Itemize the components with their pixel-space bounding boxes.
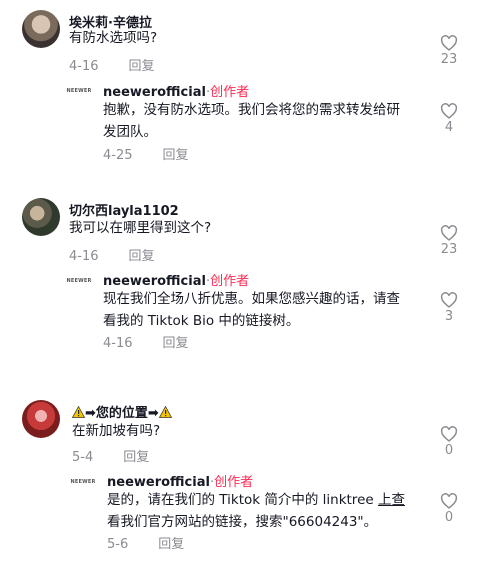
like-button[interactable]: 0	[437, 493, 461, 525]
warning-icon	[72, 406, 85, 418]
heart-outline-icon	[440, 292, 458, 308]
comment-date: 4-16	[69, 249, 99, 264]
like-button[interactable]: 23	[437, 225, 461, 257]
reply-meta: 4-16 回复	[103, 332, 189, 351]
reply-username[interactable]: neewerofficial·创作者	[103, 270, 249, 289]
comment-date: 5-4	[72, 450, 94, 465]
heart-outline-icon	[440, 426, 458, 442]
heart-outline-icon	[440, 103, 458, 119]
reply-username[interactable]: neewerofficial·创作者	[107, 471, 253, 490]
comment-text: 在新加坡有吗?	[72, 423, 161, 439]
username-text[interactable]: 您的位置	[96, 406, 148, 421]
avatar[interactable]: NEEWER	[66, 86, 92, 96]
warning-icon	[158, 406, 172, 418]
reply-username-text[interactable]: neewerofficial	[103, 274, 206, 289]
reply-date: 4-25	[103, 148, 133, 163]
reply-date: 4-16	[103, 336, 133, 351]
creator-badge: 创作者	[210, 274, 250, 289]
comment-username[interactable]: ➡您的位置➡	[72, 402, 172, 421]
heart-outline-icon	[440, 225, 458, 241]
creator-badge: 创作者	[210, 85, 250, 100]
reply-date: 5-6	[107, 537, 129, 552]
comment-meta: 5-4 回复	[72, 446, 149, 465]
reply-button[interactable]: 回复	[123, 450, 149, 465]
reply-button[interactable]: 回复	[163, 148, 189, 163]
avatar[interactable]	[22, 198, 60, 236]
like-button[interactable]: 23	[437, 35, 461, 67]
reply-username-text[interactable]: neewerofficial	[107, 475, 210, 490]
creator-badge: 创作者	[214, 475, 254, 490]
comment-text: 有防水选项吗?	[69, 30, 158, 46]
comment-date: 4-16	[69, 59, 99, 74]
like-count: 0	[444, 510, 454, 525]
reply-text: 是的，请在我们的 Tiktok 简介中的 linktree 上查 看我们官方网站…	[107, 492, 405, 530]
heart-outline-icon	[440, 35, 458, 51]
reply-button[interactable]: 回复	[129, 249, 155, 264]
reply-button[interactable]: 回复	[163, 336, 189, 351]
like-button[interactable]: 0	[437, 426, 461, 458]
avatar[interactable]	[22, 10, 60, 48]
comment-text: 我可以在哪里得到这个?	[69, 220, 212, 236]
reply-meta: 4-25 回复	[103, 144, 189, 163]
like-button[interactable]: 4	[437, 103, 461, 135]
reply-username[interactable]: neewerofficial·创作者	[103, 81, 249, 100]
like-button[interactable]: 3	[437, 292, 461, 324]
reply-meta: 5-6 回复	[107, 533, 184, 552]
like-count: 0	[444, 443, 454, 458]
reply-button[interactable]: 回复	[158, 537, 184, 552]
heart-outline-icon	[440, 493, 458, 509]
reply-username-text[interactable]: neewerofficial	[103, 85, 206, 100]
comment-meta: 4-16 回复	[69, 245, 155, 264]
link[interactable]: 上查	[378, 492, 405, 508]
comment-meta: 4-16 回复	[69, 55, 155, 74]
like-count: 4	[444, 120, 454, 135]
like-count: 23	[440, 242, 458, 257]
reply-text: 现在我们全场八折优惠。如果您感兴趣的话，请查 看我的 Tiktok Bio 中的…	[103, 291, 400, 329]
like-count: 3	[444, 309, 454, 324]
reply-text: 抱歉，没有防水选项。我们会将您的需求转发给研 发团队。	[103, 102, 400, 140]
avatar[interactable]: NEEWER	[66, 276, 92, 286]
reply-button[interactable]: 回复	[129, 59, 155, 74]
avatar[interactable]	[22, 400, 60, 438]
arrow-right-icon: ➡	[85, 406, 96, 421]
like-count: 23	[440, 52, 458, 67]
arrow-right-icon: ➡	[147, 406, 159, 421]
avatar[interactable]: NEEWER	[70, 477, 96, 487]
